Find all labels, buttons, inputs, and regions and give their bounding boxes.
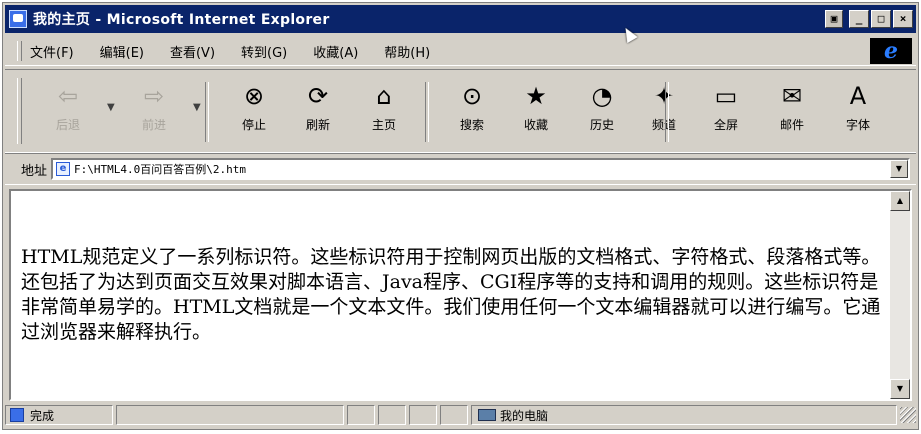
toolbar-button-label: 邮件: [779, 118, 804, 132]
status-text: 完成: [30, 408, 55, 423]
close-button[interactable]: ×: [893, 10, 913, 28]
status-cell-empty: [347, 405, 375, 425]
toolbar-button-label: 刷新: [305, 118, 330, 132]
toolbar-separator: [425, 82, 429, 142]
toolbar-button-label: 搜索: [459, 118, 484, 132]
ie-logo-letter: e: [884, 38, 898, 64]
computer-icon: [478, 409, 496, 421]
mail-icon: ✉: [781, 82, 803, 110]
toolbar-grip[interactable]: [17, 78, 22, 144]
status-cell-empty: [116, 405, 344, 425]
fullscreen-icon: ▭: [714, 82, 738, 110]
toolbar-button[interactable]: ⇦ 后退: [41, 82, 95, 144]
window-controls: ▣ _ □ ×: [825, 10, 913, 28]
address-label: 地址: [21, 163, 48, 179]
toolbar-button[interactable]: ✉ 邮件: [765, 82, 819, 144]
toolbar-button[interactable]: ✦ 频道: [637, 82, 691, 144]
ie-logo: e: [870, 38, 912, 64]
menu-favorites[interactable]: 收藏(A): [313, 42, 358, 61]
menu-edit[interactable]: 编辑(E): [100, 42, 144, 61]
toolbar-separator: [205, 82, 209, 142]
window-title: 我的主页 - Microsoft Internet Explorer: [33, 12, 330, 28]
toolbar-button[interactable]: A 字体: [831, 82, 885, 144]
scroll-down-icon[interactable]: ▼: [890, 379, 910, 399]
history-icon: ◔: [591, 82, 613, 110]
toolbar-button-label: 收藏: [523, 118, 548, 132]
extra-window-icon[interactable]: ▣: [825, 10, 843, 28]
favorites-icon: ★: [525, 82, 547, 110]
status-zone: 我的电脑: [471, 405, 897, 425]
back-arrow-icon: ⇦: [57, 82, 79, 110]
menu-bar: 文件(F) 编辑(E) 查看(V) 转到(G) 收藏(A) 帮助(H) e: [5, 37, 916, 66]
standard-toolbar: ⇦ 后退 ⇨ 前进 ⊗ 停止 ⟳ 刷新 ⌂ 主页 ⊙ 搜索 ★ 收藏 ◔ 历史 ✦ 频道 ▭ 全屏 ✉ 邮件 A 字体 ▼ ▼: [5, 69, 916, 153]
content-paragraph: HTML规范定义了一系列标识符。这些标识符用于控制网页出版的文档格式、字符格式、…: [21, 246, 881, 343]
menu-help[interactable]: 帮助(H): [384, 42, 430, 61]
status-main: 完成: [5, 405, 113, 425]
status-cell-empty: [440, 405, 468, 425]
menu-view[interactable]: 查看(V): [170, 42, 215, 61]
forward-dropdown-icon[interactable]: ▼: [193, 102, 201, 113]
forward-arrow-icon: ⇨: [143, 82, 165, 110]
status-cell-empty: [409, 405, 437, 425]
ie-status-icon: [10, 408, 24, 422]
maximize-button[interactable]: □: [871, 10, 891, 28]
toolbar-button[interactable]: ◔ 历史: [575, 82, 629, 144]
refresh-icon: ⟳: [307, 82, 329, 110]
toolbar-button[interactable]: ⊗ 停止: [227, 82, 281, 144]
search-icon: ⊙: [461, 82, 483, 110]
vertical-scrollbar[interactable]: ▲ ▼: [890, 191, 910, 399]
address-input[interactable]: e F:\HTML4.0百问百答百例\2.htm ▼: [51, 158, 910, 180]
toolbar-button-label: 主页: [371, 118, 396, 132]
zone-text: 我的电脑: [500, 408, 549, 423]
toolbar-button[interactable]: ⊙ 搜索: [445, 82, 499, 144]
toolbar-button[interactable]: ⌂ 主页: [357, 82, 411, 144]
browser-window: 我的主页 - Microsoft Internet Explorer ▣ _ □…: [2, 2, 919, 430]
minimize-button[interactable]: _: [849, 10, 869, 28]
menubar-grip[interactable]: [17, 41, 22, 61]
toolbar-button-label: 频道: [651, 118, 676, 132]
address-bar: 地址 e F:\HTML4.0百问百答百例\2.htm ▼: [5, 153, 916, 185]
toolbar-button-label: 字体: [845, 118, 870, 132]
toolbar-button[interactable]: ★ 收藏: [509, 82, 563, 144]
scroll-up-icon[interactable]: ▲: [890, 191, 910, 211]
status-cell-empty: [378, 405, 406, 425]
resize-grip-icon[interactable]: [900, 407, 916, 423]
toolbar-button-label: 历史: [589, 118, 614, 132]
toolbar-button-label: 前进: [141, 118, 166, 132]
toolbar-button[interactable]: ⇨ 前进: [127, 82, 181, 144]
title-bar[interactable]: 我的主页 - Microsoft Internet Explorer ▣ _ □…: [5, 5, 916, 33]
address-value[interactable]: F:\HTML4.0百问百答百例\2.htm: [74, 161, 246, 177]
stop-icon: ⊗: [243, 82, 265, 110]
toolbar-button[interactable]: ⟳ 刷新: [291, 82, 345, 144]
page-icon: e: [56, 162, 71, 176]
toolbar-button[interactable]: ▭ 全屏: [699, 82, 753, 144]
toolbar-button-label: 后退: [55, 118, 80, 132]
address-dropdown-icon[interactable]: ▼: [890, 160, 908, 178]
font-icon: A: [849, 82, 867, 110]
menu-file[interactable]: 文件(F): [30, 42, 74, 61]
toolbar-button-label: 全屏: [713, 118, 738, 132]
status-bar: 完成 我的电脑: [5, 403, 916, 427]
toolbar-button-label: 停止: [241, 118, 266, 132]
channels-icon: ✦: [653, 82, 675, 110]
home-icon: ⌂: [376, 82, 392, 110]
menu-go[interactable]: 转到(G): [241, 42, 287, 61]
page-content: HTML规范定义了一系列标识符。这些标识符用于控制网页出版的文档格式、字符格式、…: [9, 189, 912, 401]
ie-page-icon[interactable]: [9, 10, 27, 28]
back-dropdown-icon[interactable]: ▼: [107, 102, 115, 113]
toolbar-separator: [665, 82, 669, 142]
